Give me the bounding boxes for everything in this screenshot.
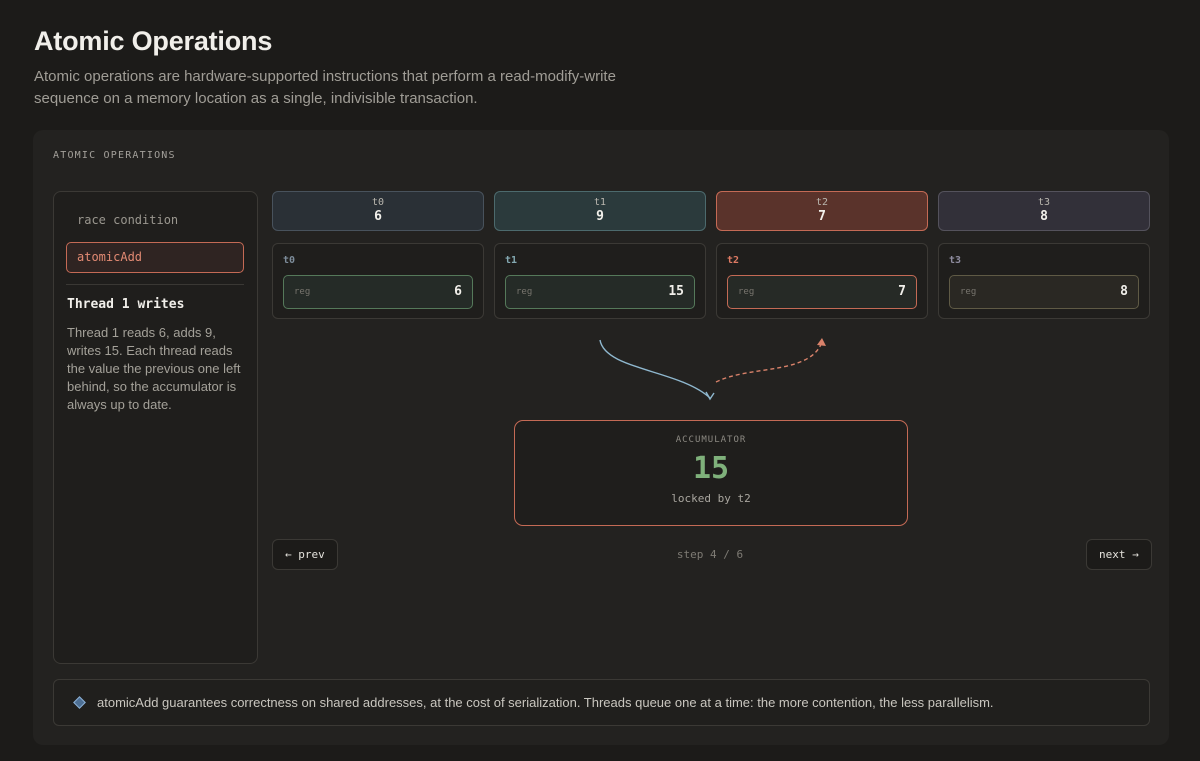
thread-name: t0 <box>371 197 385 208</box>
next-button[interactable]: next → <box>1086 539 1152 570</box>
flow-arrows <box>599 338 826 401</box>
thread-value: 9 <box>596 209 604 224</box>
thread-tab-t3: t3 8 <box>938 191 1150 231</box>
register-label: reg <box>738 287 755 297</box>
page-title: Atomic Operations <box>34 26 273 56</box>
thread-card-t2: t2 reg 7 <box>716 243 928 319</box>
accumulator-value: 15 <box>692 451 730 486</box>
register-box: reg 8 <box>949 275 1139 309</box>
thread-tab-t1: t1 9 <box>494 191 706 231</box>
thread-value: 6 <box>374 209 382 224</box>
thread-card-label: t2 <box>727 255 740 266</box>
prev-button[interactable]: ← prev <box>272 539 338 570</box>
thread-card-t1: t1 reg 15 <box>494 243 706 319</box>
thread-card-t0: t0 reg 6 <box>272 243 484 319</box>
step-title: Thread 1 writes <box>67 297 185 312</box>
register-label: reg <box>960 287 977 297</box>
page-subtitle: Atomic operations are hardware-supported… <box>34 68 616 107</box>
mode-atomic-add[interactable]: atomicAdd <box>66 242 244 273</box>
thread-card-label: t0 <box>283 255 296 266</box>
register-value: 15 <box>668 284 684 299</box>
thread-name: t3 <box>1037 197 1051 208</box>
thread-name: t2 <box>815 197 829 208</box>
write-arrowhead <box>817 338 826 346</box>
thread-card-label: t3 <box>949 255 962 266</box>
info-note: atomicAdd guarantees correctness on shar… <box>53 679 1150 726</box>
accumulator-status: locked by t2 <box>671 492 751 505</box>
register-label: reg <box>516 287 533 297</box>
accumulator-label: ACCUMULATOR <box>675 435 747 445</box>
thread-card-label: t1 <box>505 255 518 266</box>
step-description: Thread 1 reads 6, adds 9, writes 15. Eac… <box>67 325 241 412</box>
register-box: reg 6 <box>283 275 473 309</box>
sidebar-divider <box>66 284 244 285</box>
diamond-icon <box>73 696 86 709</box>
thread-value: 8 <box>1040 209 1048 224</box>
accumulator-box: ACCUMULATOR 15 locked by t2 <box>514 420 908 526</box>
write-arrow <box>715 341 823 383</box>
thread-name: t1 <box>593 197 607 208</box>
read-arrowhead <box>705 391 715 401</box>
register-box: reg 15 <box>505 275 695 309</box>
register-value: 6 <box>454 284 462 299</box>
thread-card-t3: t3 reg 8 <box>938 243 1150 319</box>
panel-label: ATOMIC OPERATIONS <box>53 150 176 161</box>
register-box: reg 7 <box>727 275 917 309</box>
thread-tab-t0: t0 6 <box>272 191 484 231</box>
info-note-text: atomicAdd guarantees correctness on shar… <box>97 695 994 710</box>
register-value: 8 <box>1120 284 1128 299</box>
read-arrow <box>599 339 711 399</box>
thread-value: 7 <box>818 209 826 224</box>
register-value: 7 <box>898 284 906 299</box>
step-counter: step 4 / 6 <box>676 548 744 561</box>
register-label: reg <box>294 287 311 297</box>
thread-tab-t2: t2 7 <box>716 191 928 231</box>
mode-race-condition[interactable]: race condition <box>66 205 244 236</box>
